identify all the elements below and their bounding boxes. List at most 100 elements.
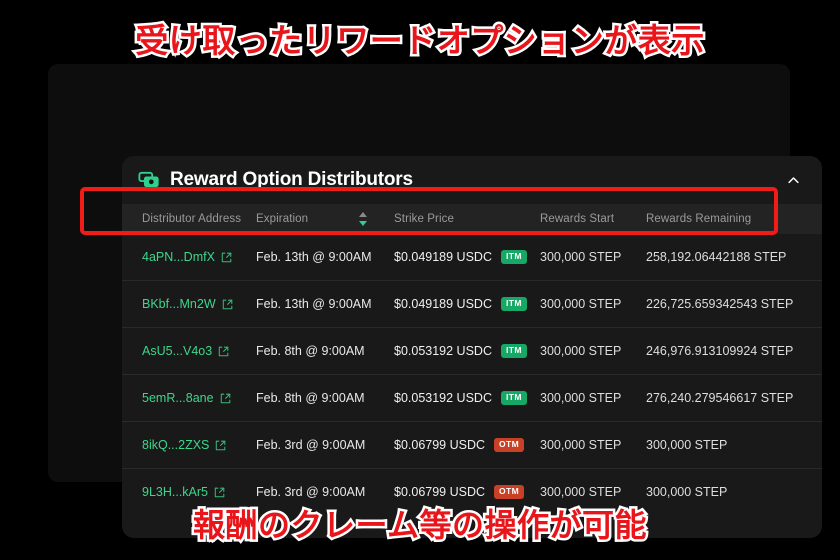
distributor-address-link[interactable]: BKbf...Mn2W xyxy=(142,297,256,311)
rewards-start-text: 300,000 STEP xyxy=(540,297,622,311)
cell-strike-price: $0.06799 USDC OTM xyxy=(394,421,540,469)
distributor-address-link[interactable]: 9L3H...kAr5 xyxy=(142,485,256,499)
distributor-address-text: BKbf...Mn2W xyxy=(142,297,216,311)
strike-price-wrap: $0.06799 USDC OTM xyxy=(394,485,540,499)
moneyness-badge: ITM xyxy=(500,250,527,264)
expiration-text: Feb. 3rd @ 9:00AM xyxy=(256,485,366,499)
external-link-icon[interactable] xyxy=(215,440,226,451)
distributor-address-text: AsU5...V4o3 xyxy=(142,344,213,358)
rewards-remaining-text: 226,725.659342543 STEP xyxy=(646,297,794,311)
card-header: Reward Option Distributors xyxy=(122,156,822,204)
cell-rewards-remaining: 226,725.659342543 STEP xyxy=(646,280,822,328)
distributor-address-text: 5emR...8ane xyxy=(142,391,214,405)
external-link-icon[interactable] xyxy=(218,346,229,357)
distributor-address-text: 9L3H...kAr5 xyxy=(142,485,209,499)
distributor-address-text: 4aPN...DmfX xyxy=(142,250,215,264)
table-row[interactable]: 5emR...8ane Feb. 8th @ 9:00AM $0.053192 US… xyxy=(122,374,822,422)
sort-toggle-icon[interactable] xyxy=(358,211,368,227)
cell-strike-price: $0.049189 USDC ITM xyxy=(394,280,540,328)
strike-price-wrap: $0.053192 USDC ITM xyxy=(394,391,540,405)
external-link-icon[interactable] xyxy=(222,299,233,310)
table-row[interactable]: BKbf...Mn2W Feb. 13th @ 9:00AM $0.049189 U… xyxy=(122,280,822,328)
cell-distributor-address: BKbf...Mn2W xyxy=(122,280,256,328)
cell-rewards-start: 300,000 STEP xyxy=(540,421,646,469)
strike-price-text: $0.053192 USDC xyxy=(394,344,492,358)
cell-rewards-remaining: 258,192.06442188 STEP xyxy=(646,234,822,281)
external-link-icon[interactable] xyxy=(214,487,225,498)
annotation-caption-top: 受け取ったリワードオプションが表示 xyxy=(133,19,707,63)
chevron-up-icon[interactable] xyxy=(782,169,804,191)
reward-option-distributors-card: Reward Option Distributors Distributor A… xyxy=(122,156,822,538)
rewards-start-text: 300,000 STEP xyxy=(540,250,622,264)
rewards-remaining-text: 300,000 STEP xyxy=(646,485,728,499)
cell-distributor-address: 8ikQ...2ZXS xyxy=(122,421,256,469)
expiration-text: Feb. 13th @ 9:00AM xyxy=(256,250,372,264)
cell-strike-price: $0.049189 USDC ITM xyxy=(394,234,540,281)
expiration-text: Feb. 8th @ 9:00AM xyxy=(256,344,365,358)
cell-expiration: Feb. 8th @ 9:00AM xyxy=(256,374,394,422)
rewards-start-text: 300,000 STEP xyxy=(540,438,622,452)
table-row[interactable]: 8ikQ...2ZXS Feb. 3rd @ 9:00AM $0.06799 USD… xyxy=(122,421,822,469)
cell-distributor-address: 4aPN...DmfX xyxy=(122,234,256,281)
cell-distributor-address: 5emR...8ane xyxy=(122,374,256,422)
cell-expiration: Feb. 13th @ 9:00AM xyxy=(256,234,394,281)
cell-rewards-start: 300,000 STEP xyxy=(540,374,646,422)
rewards-remaining-text: 246,976.913109924 STEP xyxy=(646,344,794,358)
annotation-caption-bottom: 報酬のクレーム等の操作が可能 xyxy=(190,504,649,547)
moneyness-badge: ITM xyxy=(500,297,527,311)
strike-price-text: $0.06799 USDC xyxy=(394,485,486,499)
cell-rewards-remaining: 246,976.913109924 STEP xyxy=(646,327,822,375)
strike-price-text: $0.06799 USDC xyxy=(394,438,486,452)
distributor-address-link[interactable]: 4aPN...DmfX xyxy=(142,250,256,264)
cell-distributor-address: AsU5...V4o3 xyxy=(122,327,256,375)
cell-rewards-remaining: 300,000 STEP xyxy=(646,421,822,469)
rewards-start-text: 300,000 STEP xyxy=(540,391,622,405)
strike-price-wrap: $0.053192 USDC ITM xyxy=(394,344,540,358)
rewards-start-text: 300,000 STEP xyxy=(540,485,622,499)
table-row[interactable]: 4aPN...DmfX Feb. 13th @ 9:00AM $0.049189 U… xyxy=(122,234,822,281)
external-link-icon[interactable] xyxy=(220,393,231,404)
outer-panel: Reward Option Distributors Distributor A… xyxy=(48,64,822,538)
distributors-table: Distributor Address Expiration Strike Pr… xyxy=(122,204,822,515)
rewards-remaining-text: 258,192.06442188 STEP xyxy=(646,250,787,264)
card-title-wrap: Reward Option Distributors xyxy=(138,169,413,191)
moneyness-badge: OTM xyxy=(494,485,525,499)
table-scroll-area[interactable]: Distributor Address Expiration Strike Pr… xyxy=(122,204,822,515)
strike-price-text: $0.049189 USDC xyxy=(394,250,492,264)
strike-price-wrap: $0.049189 USDC ITM xyxy=(394,297,540,311)
cell-expiration: Feb. 8th @ 9:00AM xyxy=(256,327,394,375)
table-body: 4aPN...DmfX Feb. 13th @ 9:00AM $0.049189 U… xyxy=(122,234,822,515)
moneyness-badge: ITM xyxy=(500,344,527,358)
strike-price-text: $0.053192 USDC xyxy=(394,391,492,405)
strike-price-text: $0.049189 USDC xyxy=(394,297,492,311)
distributor-address-link[interactable]: 8ikQ...2ZXS xyxy=(142,438,256,452)
cell-expiration: Feb. 13th @ 9:00AM xyxy=(256,280,394,328)
external-link-icon[interactable] xyxy=(221,252,232,263)
distributor-address-link[interactable]: 5emR...8ane xyxy=(142,391,256,405)
distributor-address-text: 8ikQ...2ZXS xyxy=(142,438,210,452)
rewards-remaining-text: 276,240.279546617 STEP xyxy=(646,391,794,405)
strike-price-wrap: $0.049189 USDC ITM xyxy=(394,250,540,264)
table-header-row: Distributor Address Expiration Strike Pr… xyxy=(122,204,822,234)
column-header-expiration-label: Expiration xyxy=(256,213,309,225)
banknotes-icon xyxy=(138,169,160,191)
table-row[interactable]: AsU5...V4o3 Feb. 8th @ 9:00AM $0.053192 US… xyxy=(122,327,822,375)
cell-rewards-start: 300,000 STEP xyxy=(540,234,646,281)
moneyness-badge: ITM xyxy=(500,391,527,405)
expiration-text: Feb. 3rd @ 9:00AM xyxy=(256,438,366,452)
cell-strike-price: $0.053192 USDC ITM xyxy=(394,327,540,375)
rewards-start-text: 300,000 STEP xyxy=(540,344,622,358)
column-header-rewards-remaining[interactable]: Rewards Remaining xyxy=(646,204,822,234)
column-header-expiration[interactable]: Expiration xyxy=(256,204,394,234)
strike-price-wrap: $0.06799 USDC OTM xyxy=(394,438,540,452)
cell-expiration: Feb. 3rd @ 9:00AM xyxy=(256,421,394,469)
cell-rewards-start: 300,000 STEP xyxy=(540,280,646,328)
distributor-address-link[interactable]: AsU5...V4o3 xyxy=(142,344,256,358)
column-header-strike-price[interactable]: Strike Price xyxy=(394,204,540,234)
column-header-rewards-start[interactable]: Rewards Start xyxy=(540,204,646,234)
column-header-distributor-address[interactable]: Distributor Address xyxy=(122,204,256,234)
card-title: Reward Option Distributors xyxy=(170,169,413,190)
moneyness-badge: OTM xyxy=(494,438,525,452)
expiration-text: Feb. 8th @ 9:00AM xyxy=(256,391,365,405)
cell-strike-price: $0.053192 USDC ITM xyxy=(394,374,540,422)
